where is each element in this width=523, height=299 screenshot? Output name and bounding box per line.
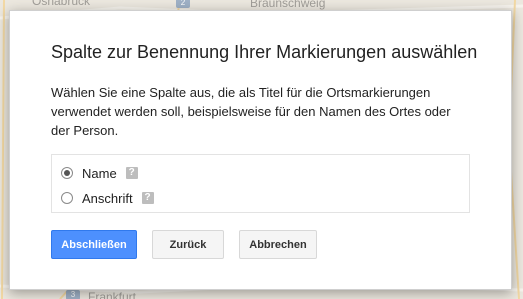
help-icon[interactable]: ? [141, 192, 154, 204]
help-icon[interactable]: ? [125, 167, 138, 179]
dialog-description: Wählen Sie eine Spalte aus, die als Tite… [51, 85, 451, 138]
option-name[interactable]: Name ? [61, 164, 138, 182]
cancel-button[interactable]: Abbrechen [239, 230, 317, 259]
dialog-title: Spalte zur Benennung Ihrer Markierungen … [51, 42, 478, 62]
select-title-column-dialog: Spalte zur Benennung Ihrer Markierungen … [9, 10, 512, 290]
finish-button[interactable]: Abschließen [51, 230, 137, 259]
map-label-osnabrueck: Osnabrück [32, 0, 91, 8]
road-shield-icon: 2 [176, 0, 190, 8]
option-anschrift[interactable]: Anschrift ? [61, 189, 154, 207]
back-button[interactable]: Zurück [152, 230, 224, 259]
map-label-braunschweig: Braunschweig [250, 0, 326, 10]
column-options-list: Name ? Anschrift ? [51, 154, 470, 213]
radio-name[interactable] [61, 167, 73, 179]
option-anschrift-label: Anschrift [82, 190, 133, 206]
option-name-label: Name [82, 165, 117, 181]
road-shield-icon: 3 [66, 290, 80, 299]
map-label-frankfurt: Frankfurt [88, 290, 137, 299]
radio-anschrift[interactable] [61, 192, 73, 204]
